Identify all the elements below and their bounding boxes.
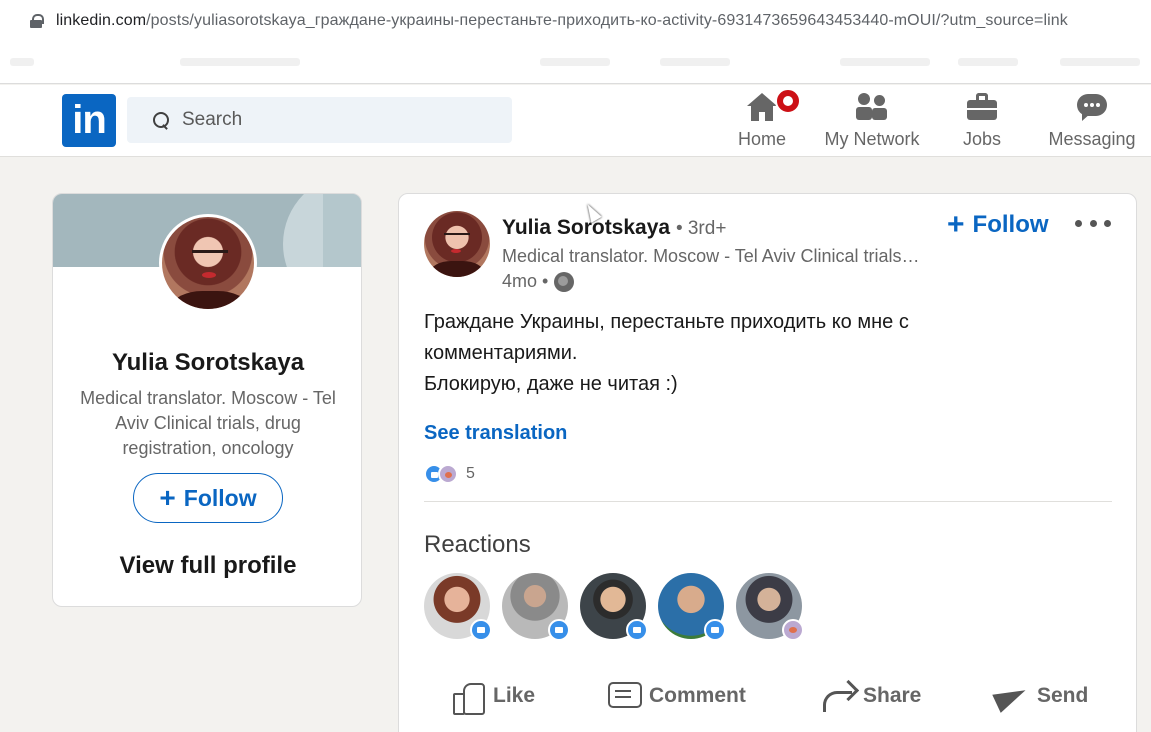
bookmark-placeholder: [10, 58, 34, 66]
see-translation-link[interactable]: See translation: [424, 422, 567, 445]
follow-button-label: Follow: [183, 484, 257, 511]
plus-icon: +: [947, 208, 965, 241]
like-reaction-icon: [626, 619, 648, 641]
reactors-list: [424, 573, 814, 641]
chat-bubble-icon: [1075, 91, 1109, 125]
nav-jobs[interactable]: Jobs: [952, 91, 1012, 153]
post-card: Yulia Sorotskaya • 3rd+ Medical translat…: [398, 193, 1137, 732]
browser-address-bar[interactable]: linkedin.com/posts/yuliasorotskaya_гражд…: [0, 0, 1151, 42]
post-actions-bar: Like Comment Share Send: [399, 671, 1136, 721]
reactor-avatar[interactable]: [424, 573, 492, 641]
support-reaction-icon: [438, 464, 458, 484]
nav-messaging[interactable]: Messaging: [1042, 91, 1142, 153]
search-input[interactable]: [182, 109, 482, 131]
paper-plane-icon: [995, 679, 1029, 713]
nav-messaging-label: Messaging: [1048, 129, 1136, 149]
post-author-avatar[interactable]: [424, 211, 490, 277]
profile-name[interactable]: Yulia Sorotskaya: [53, 349, 361, 377]
post-author[interactable]: Yulia Sorotskaya • 3rd+: [502, 216, 726, 240]
reactor-avatar[interactable]: [502, 573, 570, 641]
post-text-line: Блокирую, даже не читая :): [424, 373, 678, 395]
reaction-count: 5: [466, 465, 475, 482]
comment-icon: [607, 679, 642, 713]
share-label: Share: [863, 684, 922, 707]
view-full-profile-link[interactable]: View full profile: [53, 552, 361, 580]
bookmarks-bar: [0, 42, 1151, 84]
bookmark-placeholder: [660, 58, 730, 66]
divider: [424, 501, 1112, 502]
send-button[interactable]: Send: [995, 679, 1088, 713]
profile-headline: Medical translator. Moscow - Tel Aviv Cl…: [80, 388, 336, 458]
support-reaction-icon: [782, 619, 804, 641]
profile-card: Yulia Sorotskaya Medical translator. Mos…: [52, 193, 362, 607]
reactions-title: Reactions: [424, 531, 531, 558]
thumbs-up-icon: [451, 679, 485, 715]
nav-home-label: Home: [737, 129, 786, 149]
post-follow-button[interactable]: + Follow: [947, 210, 1049, 240]
bookmark-placeholder: [958, 58, 1018, 66]
send-label: Send: [1037, 684, 1089, 707]
nav-home[interactable]: Home: [730, 88, 801, 153]
nav-network-label: My Network: [824, 129, 920, 149]
bookmark-placeholder: [180, 58, 300, 66]
like-button[interactable]: Like: [451, 679, 536, 715]
reactor-avatar[interactable]: [580, 573, 648, 641]
nav-my-network[interactable]: My Network: [818, 91, 926, 153]
reactor-avatar[interactable]: [736, 573, 804, 641]
post-author-headline: Medical translator. Moscow - Tel Aviv Cl…: [502, 246, 922, 266]
reactions-summary[interactable]: 5: [424, 464, 475, 484]
like-reaction-icon: [470, 619, 492, 641]
search-box[interactable]: [127, 97, 512, 143]
connection-degree: • 3rd+: [675, 218, 727, 239]
reactor-avatar[interactable]: [658, 573, 726, 641]
briefcase-icon: [965, 91, 999, 125]
plus-icon: +: [159, 482, 176, 513]
post-time: 4mo •: [502, 271, 549, 291]
comment-button[interactable]: Comment: [607, 679, 746, 713]
lock-icon: [30, 14, 44, 28]
bookmark-placeholder: [540, 58, 610, 66]
bookmark-placeholder: [840, 58, 930, 66]
globe-icon: [554, 271, 575, 292]
share-arrow-icon: [821, 679, 855, 713]
more-options-icon[interactable]: [1075, 216, 1111, 230]
profile-follow-button[interactable]: + Follow: [133, 473, 283, 523]
like-reaction-icon: [548, 619, 570, 641]
linkedin-top-nav: in Home My Network Jobs Messaging: [0, 85, 1151, 157]
people-icon: [855, 91, 889, 125]
comment-label: Comment: [649, 684, 746, 707]
like-label: Like: [493, 684, 536, 707]
post-author-name[interactable]: Yulia Sorotskaya: [502, 216, 670, 239]
bookmark-placeholder: [1060, 58, 1140, 66]
like-reaction-icon: [704, 619, 726, 641]
notification-badge: [775, 88, 801, 114]
home-icon: [745, 88, 801, 125]
url-text[interactable]: linkedin.com/posts/yuliasorotskaya_гражд…: [56, 12, 1068, 30]
post-text-line: комментариями.: [424, 342, 578, 364]
search-icon: [153, 111, 170, 129]
post-text: Граждане Украины, перестаньте приходить …: [424, 307, 1024, 400]
linkedin-logo[interactable]: in: [62, 94, 116, 147]
post-meta: 4mo •: [502, 271, 575, 292]
share-button[interactable]: Share: [821, 679, 921, 713]
post-text-line: Граждане Украины, перестаньте приходить …: [424, 311, 909, 333]
post-follow-label: Follow: [972, 211, 1049, 238]
profile-avatar[interactable]: [159, 214, 257, 312]
nav-jobs-label: Jobs: [962, 129, 1002, 149]
